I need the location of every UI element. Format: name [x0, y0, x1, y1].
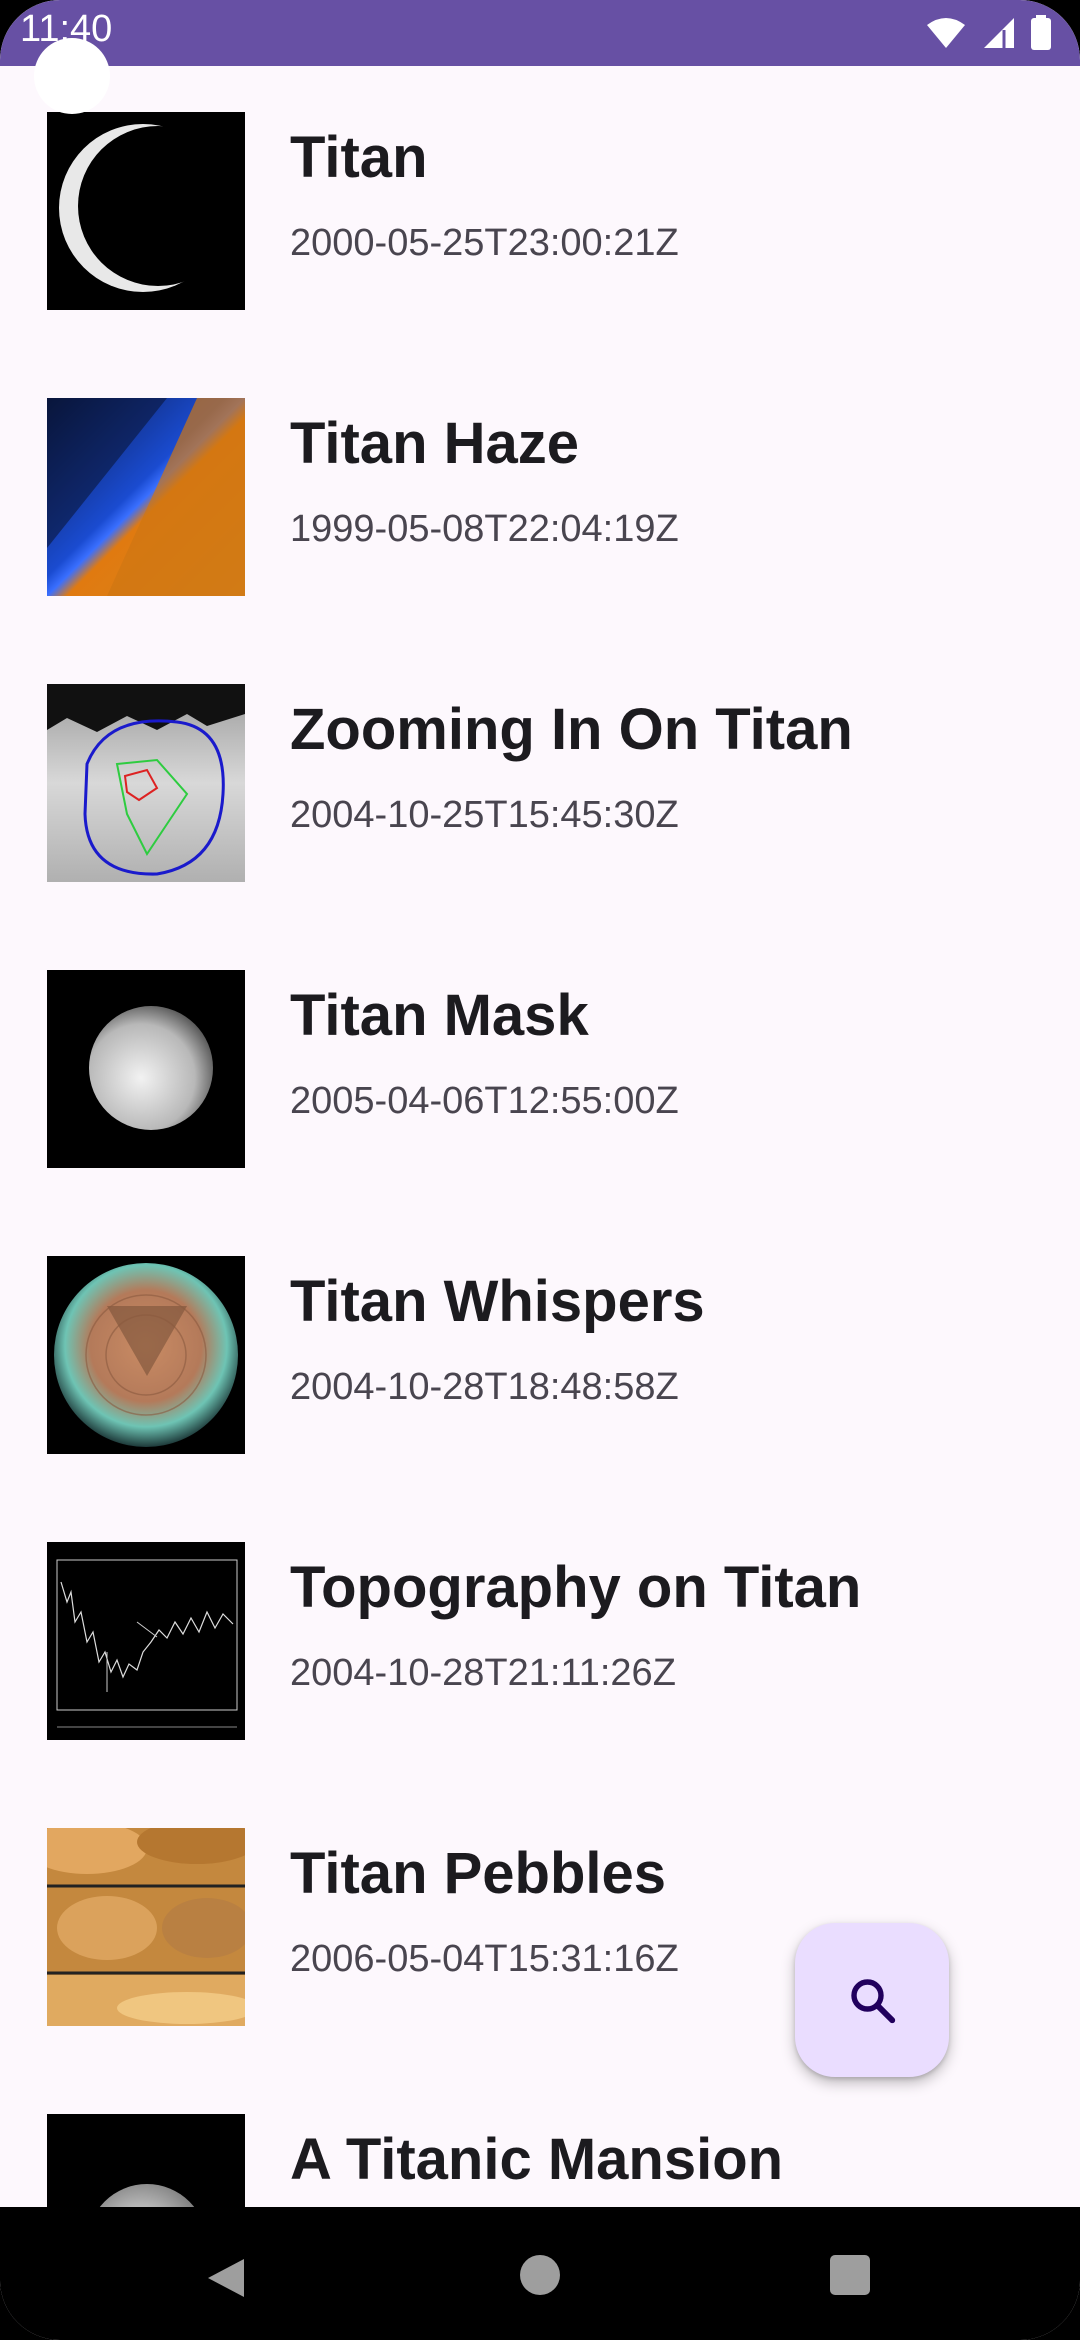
recents-icon[interactable]	[830, 2255, 870, 2295]
signal-icon	[984, 18, 1014, 48]
item-date: 2000-05-25T23:00:21Z	[290, 222, 679, 264]
list-item[interactable]: Titan Haze 1999-05-08T22:04:19Z	[0, 352, 1080, 638]
thumbnail-image	[47, 112, 245, 310]
item-date: 1999-05-08T22:04:19Z	[290, 508, 679, 550]
battery-icon	[1031, 15, 1051, 50]
search-icon	[851, 1979, 896, 2024]
thumbnail-image	[47, 398, 245, 596]
camera-cutout	[34, 38, 110, 114]
thumbnail-image	[47, 1828, 245, 2026]
list-item[interactable]: Zooming In On Titan 2004-10-25T15:45:30Z	[0, 638, 1080, 924]
item-title: Zooming In On Titan	[290, 697, 853, 762]
thumbnail-image	[47, 1256, 245, 1454]
item-date: 2004-10-28T18:48:58Z	[290, 1366, 679, 1408]
item-title: A Titanic Mansion	[290, 2127, 784, 2192]
wifi-icon	[927, 18, 965, 48]
thumbnail-image	[47, 970, 245, 1168]
thumbnail-image	[47, 684, 245, 882]
item-title: Titan Haze	[290, 411, 580, 476]
item-date: 2006-05-04T15:31:16Z	[290, 1938, 679, 1980]
item-date: 2004-10-28T21:11:26Z	[290, 1652, 676, 1694]
list-item[interactable]: Topography on Titan 2004-10-28T21:11:26Z	[0, 1496, 1080, 1782]
item-title: Titan	[290, 125, 428, 190]
item-date: 2004-10-25T15:45:30Z	[290, 794, 679, 836]
list-item[interactable]: Titan Mask 2005-04-06T12:55:00Z	[0, 924, 1080, 1210]
item-title: Titan Pebbles	[290, 1841, 667, 1906]
item-title: Titan Whispers	[290, 1269, 705, 1334]
back-icon[interactable]	[204, 2255, 248, 2301]
list-item[interactable]: Titan Whispers 2004-10-28T18:48:58Z	[0, 1210, 1080, 1496]
list-item[interactable]: Titan 2000-05-25T23:00:21Z	[0, 66, 1080, 352]
item-title: Topography on Titan	[290, 1555, 862, 1620]
item-title: Titan Mask	[290, 983, 589, 1048]
thumbnail-image	[47, 1542, 245, 1740]
phone-screen: 11:40 Titan 2000-05-25T23:00:21Z Titan H…	[0, 0, 1080, 2340]
search-fab-button[interactable]	[795, 1923, 949, 2077]
system-navigation-bar	[0, 2207, 1080, 2340]
home-icon[interactable]	[520, 2255, 560, 2295]
status-icons	[926, 14, 1052, 52]
item-date: 2005-04-06T12:55:00Z	[290, 1080, 679, 1122]
status-bar: 11:40	[0, 0, 1080, 66]
